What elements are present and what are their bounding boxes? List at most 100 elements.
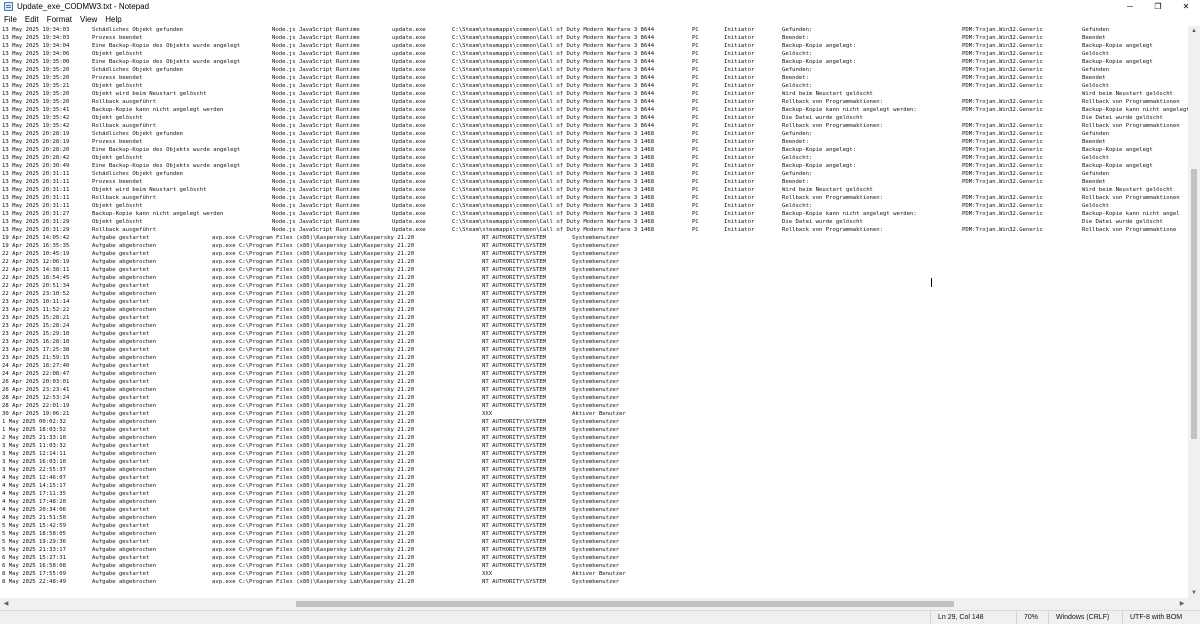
log-cell: Aufgabe abgebrochen [92, 371, 156, 377]
log-cell: Update.exe [392, 219, 426, 225]
log-cell: Initiator [724, 115, 755, 121]
log-cell: 13 May 2025 19:35:20 [2, 67, 70, 73]
log-cell: NT AUTHORITY\SYSTEM [482, 259, 546, 265]
log-cell: Node.js JavaScript Runtime [272, 171, 360, 177]
log-cell: Wird beim Neustart gelöscht [1082, 91, 1173, 97]
log-cell: Systembenutzer [572, 419, 620, 425]
menu-edit[interactable]: Edit [21, 15, 43, 24]
log-cell: avp.exe C:\Program Files (x86)\Kaspersky… [212, 275, 415, 281]
log-cell: Initiator [724, 91, 755, 97]
scroll-up-icon[interactable]: ▲ [1188, 27, 1200, 35]
log-cell: 13 May 2025 20:28:19 [2, 131, 70, 137]
close-icon[interactable]: ✕ [1172, 0, 1200, 13]
log-cell: 22 Apr 2025 14:38:11 [2, 267, 70, 273]
log-cell: 13 May 2025 19:35:21 [2, 83, 70, 89]
log-cell: Objekt gelöscht [92, 219, 143, 225]
menu-help[interactable]: Help [101, 15, 125, 24]
log-cell: Prozess beendet [92, 75, 143, 81]
log-cell: avp.exe C:\Program Files (x86)\Kaspersky… [212, 411, 415, 417]
log-cell: Gelöscht: [782, 203, 813, 209]
horizontal-scroll-thumb[interactable] [295, 601, 954, 607]
log-cell: PC [692, 147, 699, 153]
scroll-right-icon[interactable]: ▶ [1176, 600, 1188, 608]
log-cell: Initiator [724, 195, 755, 201]
vertical-scroll-thumb[interactable] [1191, 168, 1197, 439]
log-cell: XXX [482, 411, 493, 417]
vertical-scrollbar[interactable]: ▲ ▼ [1188, 26, 1200, 598]
title-bar[interactable]: Update_exe_CODMW3.txt - Notepad ─ ❐ ✕ [0, 0, 1200, 13]
log-cell: Eine Backup-Kopie des Objekts wurde ange… [92, 43, 241, 49]
log-cell: Initiator [724, 123, 755, 129]
log-cell: Beendet [1082, 179, 1106, 185]
encoding: UTF-8 with BOM [1122, 611, 1182, 624]
minimize-icon[interactable]: ─ [1116, 0, 1144, 13]
log-cell: 4 May 2025 17:48:20 [2, 499, 66, 505]
log-cell: Prozess beendet [92, 139, 143, 145]
log-cell: Rollback von Programmaktionen [1082, 99, 1180, 105]
log-cell: Objekt gelöscht [92, 51, 143, 57]
log-cell: Update.exe [392, 123, 426, 129]
log-cell: NT AUTHORITY\SYSTEM [482, 579, 546, 585]
log-cell: PC [692, 123, 699, 129]
log-cell: Beendet: [782, 139, 809, 145]
log-cell: avp.exe C:\Program Files (x86)\Kaspersky… [212, 451, 415, 457]
log-cell: Aufgabe abgebrochen [92, 419, 156, 425]
log-cell: PDM:Trojan.Win32.Generic [962, 59, 1043, 65]
log-cell: Systembenutzer [572, 299, 620, 305]
log-cell: NT AUTHORITY\SYSTEM [482, 395, 546, 401]
text-editor[interactable]: 13 May 2025 19:34:03 Schädliches Objekt g… [0, 26, 1188, 598]
log-cell: NT AUTHORITY\SYSTEM [482, 515, 546, 521]
log-cell: Gefunden: [782, 27, 813, 33]
log-cell: Rollback von Programmaktionen: [782, 195, 884, 201]
log-cell: PC [692, 163, 699, 169]
log-cell: Backup-Kopie kann nicht angelegt werden [92, 211, 224, 217]
menu-format[interactable]: Format [43, 15, 76, 24]
log-cell: 5 May 2025 21:33:17 [2, 547, 66, 553]
log-cell: Node.js JavaScript Runtime [272, 187, 360, 193]
log-cell: Systembenutzer [572, 579, 620, 585]
log-cell: Beendet: [782, 35, 809, 41]
log-cell: Backup-Kopie kann nicht angelegt werden [92, 107, 224, 113]
log-cell: 13 May 2025 20:31:11 [2, 171, 70, 177]
log-cell: NT AUTHORITY\SYSTEM [482, 523, 546, 529]
log-cell: 13 May 2025 19:35:20 [2, 75, 70, 81]
log-cell: NT AUTHORITY\SYSTEM [482, 547, 546, 553]
log-cell: Systembenutzer [572, 235, 620, 241]
log-cell: update.exe [392, 43, 426, 49]
menu-view[interactable]: View [76, 15, 101, 24]
log-cell: PDM:Trojan.Win32.Generic [962, 123, 1043, 129]
log-cell: avp.exe C:\Program Files (x86)\Kaspersky… [212, 419, 415, 425]
scroll-down-icon[interactable]: ▼ [1188, 589, 1200, 597]
log-cell: Beendet [1082, 139, 1106, 145]
log-cell: Initiator [724, 139, 755, 145]
log-cell: PDM:Trojan.Win32.Generic [962, 211, 1043, 217]
log-cell: 30 Apr 2025 19:06:21 [2, 411, 70, 417]
log-cell: avp.exe C:\Program Files (x86)\Kaspersky… [212, 379, 415, 385]
log-cell: Aufgabe abgebrochen [92, 451, 156, 457]
menu-file[interactable]: File [0, 15, 21, 24]
log-cell: Update.exe [392, 171, 426, 177]
log-cell: Aufgabe gestartet [92, 523, 150, 529]
log-cell: Aktiver Benutzer [572, 571, 626, 577]
log-cell: Rollback ausgeführt [92, 195, 156, 201]
log-cell: NT AUTHORITY\SYSTEM [482, 331, 546, 337]
log-cell: Systembenutzer [572, 531, 620, 537]
scrollbar-corner [1188, 598, 1200, 610]
log-cell: 23 Apr 2025 15:28:24 [2, 323, 70, 329]
horizontal-scrollbar[interactable]: ◀ ▶ [0, 598, 1188, 610]
log-cell: NT AUTHORITY\SYSTEM [482, 555, 546, 561]
log-cell: Aufgabe gestartet [92, 411, 150, 417]
log-cell: Update.exe [392, 147, 426, 153]
log-cell: C:\Steam\steamapps\common\Call of Duty M… [452, 163, 655, 169]
log-cell: PDM:Trojan.Win32.Generic [962, 51, 1043, 57]
log-cell: NT AUTHORITY\SYSTEM [482, 427, 546, 433]
log-cell: Aufgabe abgebrochen [92, 515, 156, 521]
log-cell: Initiator [724, 27, 755, 33]
log-cell: C:\Steam\steamapps\common\Call of Duty M… [452, 139, 655, 145]
log-cell: 13 May 2025 19:34:03 [2, 35, 70, 41]
log-cell: Node.js JavaScript Runtime [272, 179, 360, 185]
log-cell: Systembenutzer [572, 347, 620, 353]
log-cell: C:\Steam\steamapps\common\Call of Duty M… [452, 99, 655, 105]
scroll-left-icon[interactable]: ◀ [0, 600, 12, 608]
restore-icon[interactable]: ❐ [1144, 0, 1172, 13]
